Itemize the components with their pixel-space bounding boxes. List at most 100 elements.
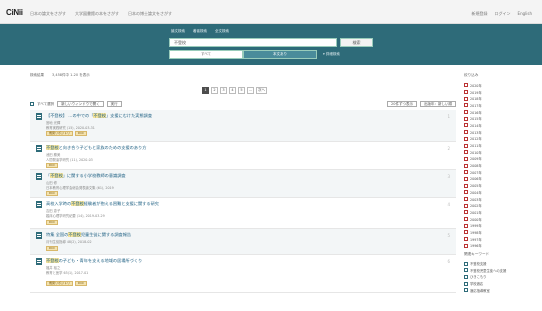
- facet-checkbox[interactable]: [464, 230, 468, 235]
- page-4[interactable]: 4: [229, 87, 236, 94]
- facet-checkbox[interactable]: [464, 183, 468, 188]
- facet-checkbox[interactable]: [464, 223, 468, 228]
- doi-tag[interactable]: DOI: [75, 131, 87, 136]
- export-run-button[interactable]: 実行: [106, 101, 122, 107]
- facet-checkbox[interactable]: [464, 217, 468, 222]
- per-page-select[interactable]: 20件ずつ表示: [387, 101, 417, 107]
- facet-item[interactable]: 2006年: [464, 176, 534, 183]
- facet-item[interactable]: 1999年: [464, 222, 534, 229]
- doi-tag[interactable]: DOI: [46, 163, 58, 168]
- item-title[interactable]: 不登校の子ども・青年を支える地域の居場所づくり: [46, 258, 142, 264]
- facet-item[interactable]: 1997年: [464, 236, 534, 243]
- facet-checkbox[interactable]: [464, 90, 468, 95]
- page-5[interactable]: 5: [238, 87, 245, 94]
- facet-checkbox[interactable]: [464, 130, 468, 135]
- facet-item[interactable]: 2010年: [464, 149, 534, 156]
- related-checkbox[interactable]: [464, 288, 468, 293]
- page-2[interactable]: 2: [211, 87, 218, 94]
- item-title[interactable]: 高校入学時の不登校経験者が抱える困難と支援に関する研究: [46, 201, 159, 207]
- doi-tag[interactable]: DOI: [46, 246, 58, 251]
- facet-checkbox[interactable]: [464, 203, 468, 208]
- related-item[interactable]: 学校適応: [464, 280, 534, 287]
- facet-item[interactable]: 2007年: [464, 169, 534, 176]
- facet-checkbox[interactable]: [464, 190, 468, 195]
- order-select[interactable]: 出版年：新しい順: [420, 101, 456, 107]
- page-1[interactable]: 1: [202, 87, 209, 94]
- top-link-dissertations[interactable]: 日本の博士論文をさがす: [128, 11, 172, 17]
- facet-item[interactable]: 2000年: [464, 216, 534, 223]
- facet-checkbox[interactable]: [464, 243, 468, 248]
- related-checkbox[interactable]: [464, 268, 468, 273]
- export-select[interactable]: 新しいウィンドウで開く: [57, 101, 104, 107]
- top-link-articles[interactable]: 日本の論文をさがす: [30, 11, 66, 17]
- facet-checkbox[interactable]: [464, 116, 468, 121]
- facet-item[interactable]: 2019年: [464, 89, 534, 96]
- tab-authors[interactable]: 著者検索: [193, 29, 207, 34]
- facet-item[interactable]: 2015年: [464, 115, 534, 122]
- facet-checkbox[interactable]: [464, 176, 468, 181]
- language-link[interactable]: English: [518, 11, 532, 17]
- search-input[interactable]: 不登校: [169, 38, 337, 47]
- facet-item[interactable]: 2004年: [464, 189, 534, 196]
- top-link-books[interactable]: 大学図書館の本をさがす: [75, 11, 119, 17]
- facet-item[interactable]: 2017年: [464, 102, 534, 109]
- facet-item[interactable]: 2016年: [464, 109, 534, 116]
- facet-checkbox[interactable]: [464, 136, 468, 141]
- item-title[interactable]: 不登校と向き合う子どもと家族のための支援のあり方: [46, 145, 146, 151]
- facet-checkbox[interactable]: [464, 156, 468, 161]
- mode-all-button[interactable]: すべて: [169, 50, 243, 59]
- related-item[interactable]: 適応指導教室: [464, 287, 534, 294]
- doi-tag[interactable]: DOI: [75, 281, 87, 286]
- select-all-checkbox[interactable]: [30, 102, 34, 106]
- tab-articles[interactable]: 論文検索: [171, 29, 185, 34]
- item-title[interactable]: 「不登校」に関する小学校教師の意識調査: [46, 173, 126, 179]
- facet-item[interactable]: 2011年: [464, 142, 534, 149]
- facet-item[interactable]: 2002年: [464, 202, 534, 209]
- related-checkbox[interactable]: [464, 261, 468, 266]
- facet-checkbox[interactable]: [464, 197, 468, 202]
- next-page-button[interactable]: 次へ: [256, 87, 267, 94]
- facet-item[interactable]: 2003年: [464, 196, 534, 203]
- related-item[interactable]: 不登校児童生徒への支援: [464, 267, 534, 274]
- facet-item[interactable]: 2008年: [464, 162, 534, 169]
- facet-item[interactable]: 2013年: [464, 129, 534, 136]
- facet-item[interactable]: 2005年: [464, 182, 534, 189]
- cinii-logo[interactable]: CiNii: [6, 8, 23, 17]
- facet-checkbox[interactable]: [464, 96, 468, 101]
- doi-tag[interactable]: DOI: [46, 191, 58, 196]
- facet-item[interactable]: 1998年: [464, 229, 534, 236]
- related-checkbox[interactable]: [464, 274, 468, 279]
- facet-checkbox[interactable]: [464, 237, 468, 242]
- facet-checkbox[interactable]: [464, 83, 468, 88]
- facet-checkbox[interactable]: [464, 210, 468, 215]
- facet-checkbox[interactable]: [464, 163, 468, 168]
- facet-item[interactable]: 2001年: [464, 209, 534, 216]
- facet-item[interactable]: 1996年: [464, 243, 534, 250]
- facet-checkbox[interactable]: [464, 103, 468, 108]
- register-link[interactable]: 新規登録: [472, 11, 488, 17]
- facet-checkbox[interactable]: [464, 170, 468, 175]
- tab-fulltext[interactable]: 全文検索: [215, 29, 229, 34]
- search-button[interactable]: 検索: [340, 38, 373, 47]
- item-title[interactable]: 【不登校】 …の中での「不登校」支援にむけた実態調査: [46, 113, 152, 119]
- facet-item[interactable]: 2012年: [464, 136, 534, 143]
- facet-item[interactable]: 2009年: [464, 156, 534, 163]
- facet-checkbox[interactable]: [464, 143, 468, 148]
- facet-item[interactable]: 2014年: [464, 122, 534, 129]
- advanced-search-link[interactable]: ▾ 詳細検索: [323, 52, 340, 57]
- doi-tag[interactable]: DOI: [46, 220, 58, 225]
- repository-tag[interactable]: 機関リポジトリ: [46, 281, 74, 286]
- item-title[interactable]: 特集 全国の不登校児童生徒に関する調査報告: [46, 232, 131, 238]
- mode-fulltext-button[interactable]: 本文あり: [243, 50, 317, 59]
- related-item[interactable]: 不登校支援: [464, 260, 534, 267]
- facet-item[interactable]: 2020年: [464, 82, 534, 89]
- related-item[interactable]: ひきこもり: [464, 274, 534, 281]
- facet-checkbox[interactable]: [464, 110, 468, 115]
- related-checkbox[interactable]: [464, 281, 468, 286]
- facet-item[interactable]: 2018年: [464, 95, 534, 102]
- facet-checkbox[interactable]: [464, 123, 468, 128]
- facet-checkbox[interactable]: [464, 150, 468, 155]
- login-link[interactable]: ログイン: [495, 11, 511, 17]
- repository-tag[interactable]: 機関リポジトリ: [46, 131, 74, 136]
- page-3[interactable]: 3: [220, 87, 227, 94]
